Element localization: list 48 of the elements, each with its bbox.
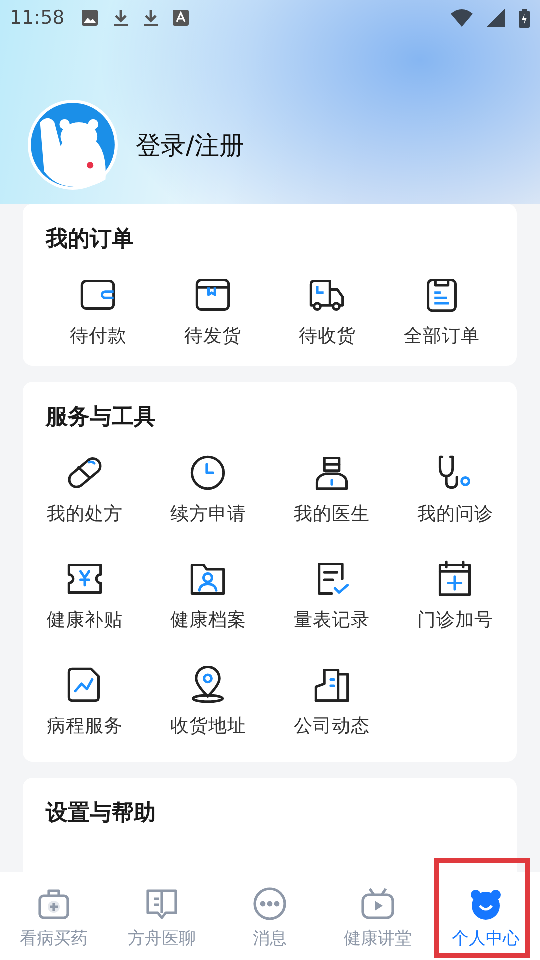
- order-label: 待付款: [70, 325, 127, 348]
- download-icon: [142, 9, 159, 27]
- order-item[interactable]: 全部订单: [384, 276, 499, 348]
- service-item[interactable]: 我的问诊: [394, 454, 517, 526]
- service-label: 我的问诊: [417, 503, 494, 526]
- service-label: 收货地址: [170, 715, 246, 738]
- section-title: 服务与工具: [44, 404, 157, 432]
- image-icon: [80, 9, 99, 27]
- service-item[interactable]: 病程服务: [23, 666, 146, 738]
- battery-icon: [519, 8, 530, 28]
- service-label: 健康补贴: [46, 609, 123, 632]
- service-item[interactable]: 续方申请: [146, 454, 270, 526]
- section-title: 我的订单: [44, 226, 135, 254]
- order-label: 待发货: [184, 325, 242, 348]
- service-label: 量表记录: [294, 609, 370, 632]
- login-link[interactable]: 登录/注册: [136, 128, 244, 162]
- service-label: 门诊加号: [417, 609, 494, 632]
- order-label: 待收货: [298, 325, 356, 348]
- service-item[interactable]: 公司动态: [270, 666, 394, 738]
- service-item[interactable]: 我的医生: [270, 454, 394, 526]
- service-item[interactable]: 健康档案: [146, 560, 270, 632]
- service-item[interactable]: 收货地址: [146, 666, 270, 738]
- nav-tab[interactable]: 个人中心: [432, 872, 540, 960]
- download-icon: [112, 9, 129, 27]
- order-label: 全部订单: [404, 325, 480, 348]
- wifi-icon: [451, 9, 473, 27]
- service-item[interactable]: 量表记录: [270, 560, 394, 632]
- service-label: 我的处方: [46, 503, 123, 526]
- keyboard-icon: [172, 10, 189, 26]
- building-icon: [312, 666, 351, 704]
- order-item[interactable]: 待收货: [270, 276, 384, 348]
- section-title: 设置与帮助: [44, 800, 157, 828]
- box-icon: [194, 276, 232, 314]
- signal-icon: [487, 9, 505, 27]
- order-item[interactable]: 待付款: [41, 276, 156, 348]
- order-item[interactable]: 待发货: [156, 276, 270, 348]
- more-icon: [252, 886, 288, 922]
- service-item[interactable]: 门诊加号: [394, 560, 517, 632]
- service-label: 公司动态: [294, 715, 370, 738]
- service-label: 健康档案: [170, 609, 246, 632]
- service-item[interactable]: 我的处方: [23, 454, 146, 526]
- service-label: 病程服务: [46, 715, 123, 738]
- tv-icon: [360, 886, 396, 922]
- service-item[interactable]: 健康补贴: [23, 560, 146, 632]
- status-time: 11:58: [10, 7, 65, 29]
- clock-icon: [189, 454, 228, 492]
- service-label: 我的医生: [294, 503, 370, 526]
- service-label: 续方申请: [170, 503, 246, 526]
